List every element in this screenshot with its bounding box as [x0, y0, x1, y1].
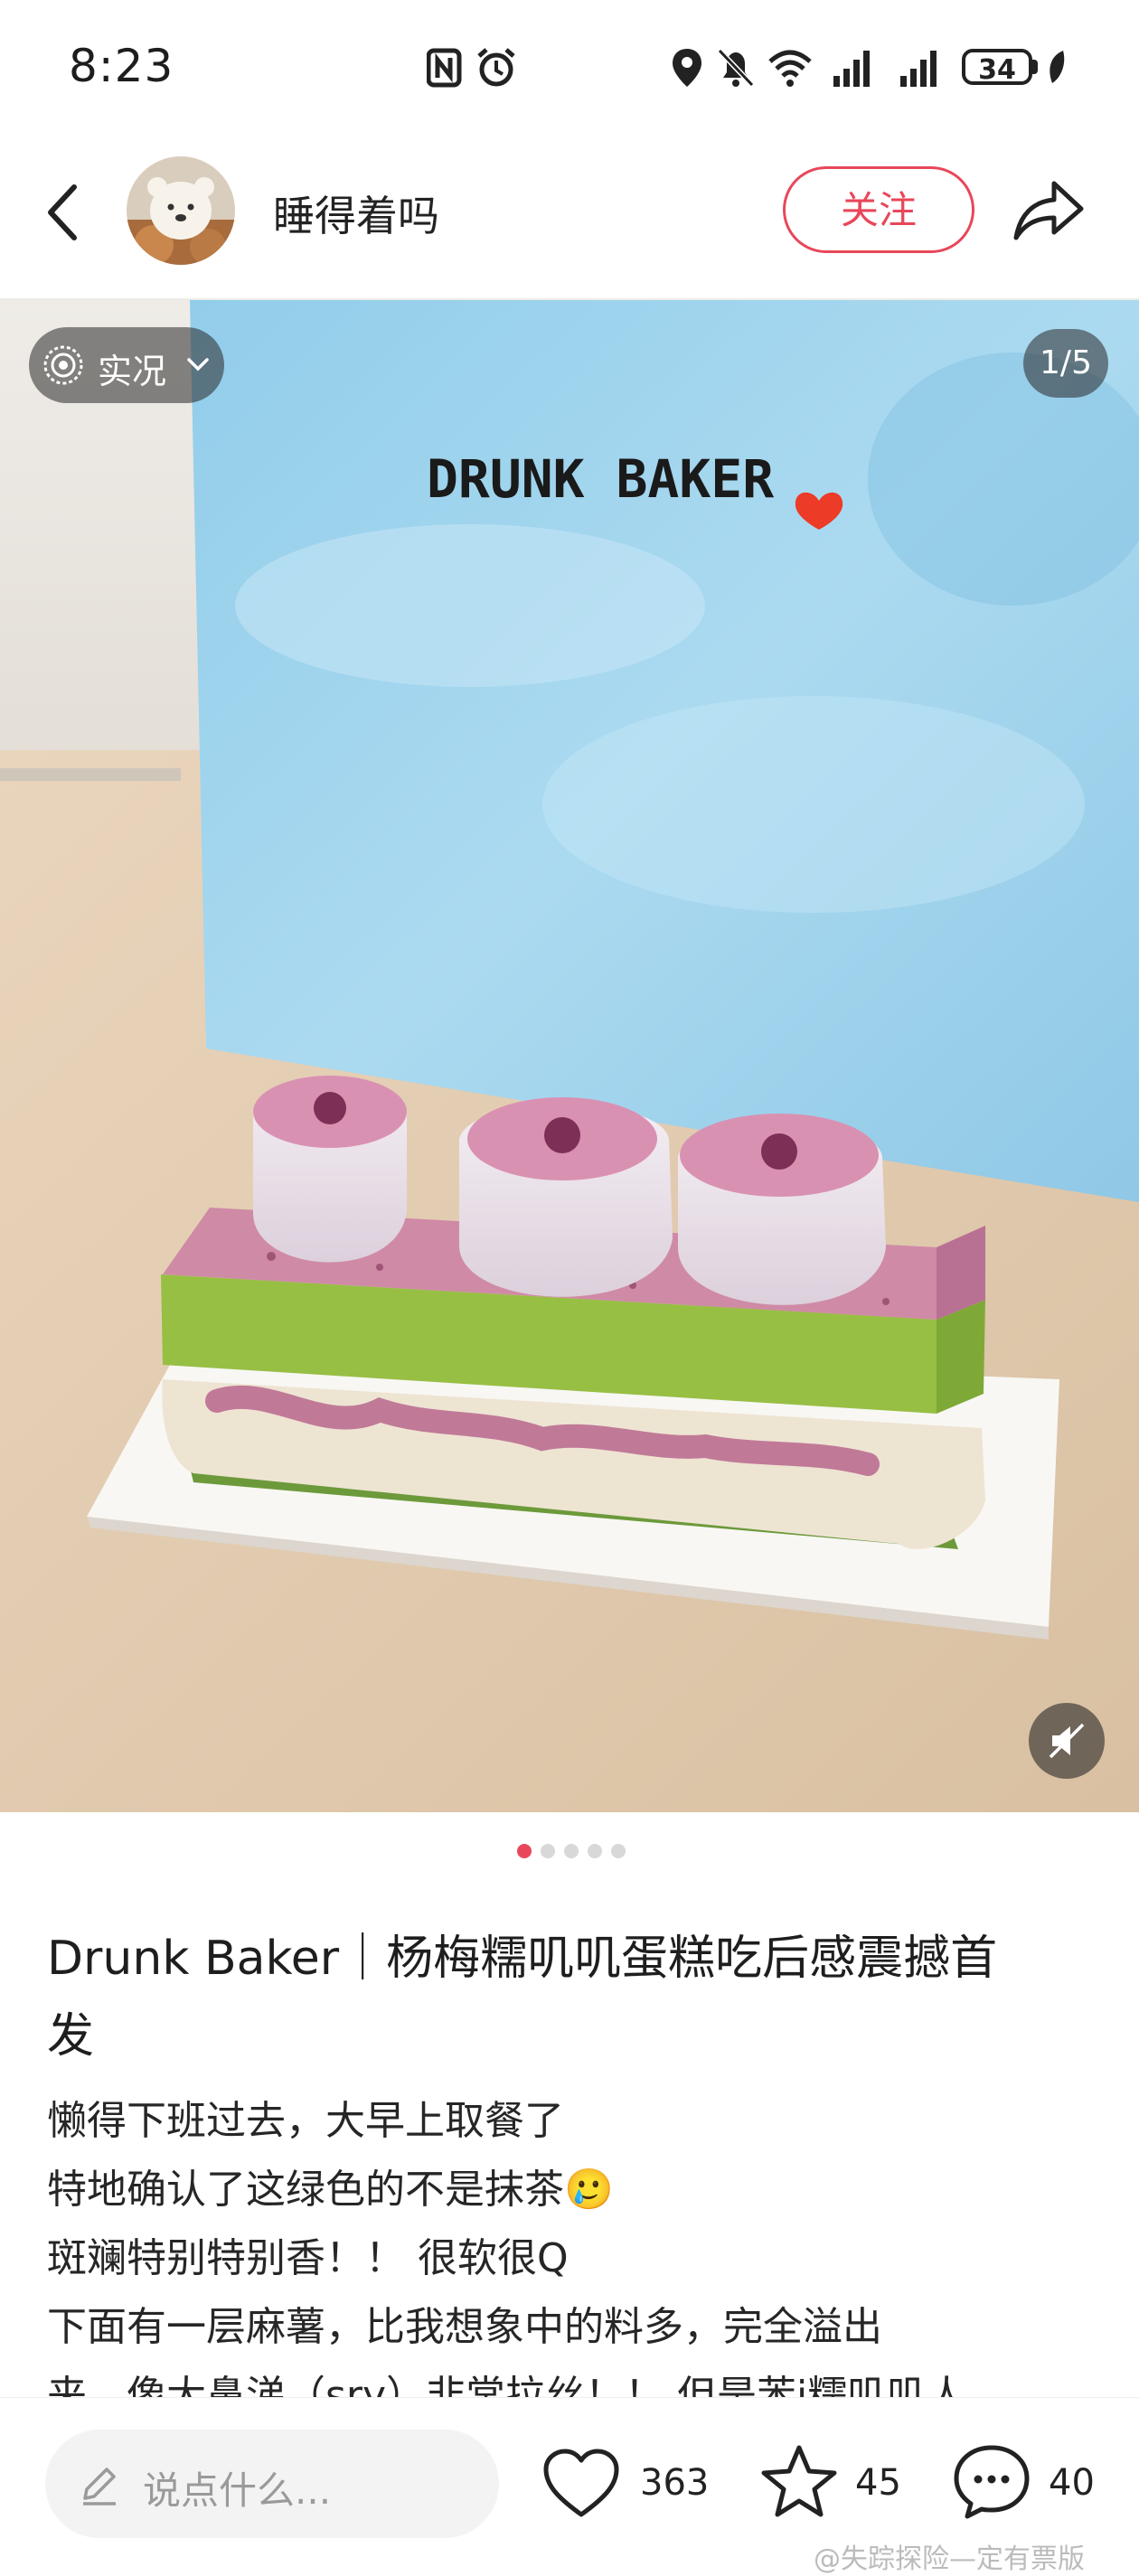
pencil-icon [83, 2468, 116, 2505]
post-body-line: 下面有一层麻薯，比我想象中的料多，完全溢出 [47, 2304, 882, 2350]
share-icon[interactable] [1012, 176, 1085, 245]
signal-icon-1 [833, 51, 870, 87]
wifi-icon [768, 50, 812, 87]
like-count[interactable]: 363 [640, 2462, 709, 2504]
pager-dot [588, 1844, 602, 1858]
chevron-down-icon [187, 358, 209, 371]
post-body-line: 斑斓特别特别香！！ 很软很Q [47, 2235, 569, 2281]
bag-logo-text: DRUNK BAKER [427, 448, 774, 510]
watermark: @失踪探险—定有票版 [814, 2543, 1085, 2575]
speaker-muted-icon [1049, 1723, 1085, 1759]
star-icon[interactable] [759, 2442, 839, 2522]
signal-icon-2 [900, 51, 937, 87]
pager-dot [541, 1844, 555, 1858]
nfc-icon [427, 48, 462, 88]
battery-indicator: 34 [962, 49, 1032, 86]
post-body-line: 懒得下班过去，大早上取餐了 [47, 2098, 564, 2144]
pager-dot [611, 1844, 626, 1858]
status-time: 8:23 [69, 40, 174, 92]
mute-button[interactable] [1029, 1703, 1105, 1779]
post-title: Drunk Baker｜杨梅糯叽叽蛋糕吃后感震撼首 发 [47, 1920, 1096, 2075]
leaf-icon [1050, 51, 1065, 83]
post-title-line-2: 发 [47, 2009, 95, 2064]
back-arrow-icon[interactable] [36, 176, 90, 249]
live-photo-icon [43, 345, 83, 385]
avatar[interactable] [127, 156, 235, 265]
star-count[interactable]: 45 [855, 2462, 901, 2504]
post-body-line: 特地确认了这绿色的不是抹茶🥲 [47, 2167, 614, 2213]
follow-button[interactable]: 关注 [783, 166, 974, 253]
comment-placeholder: 说点什么... [143, 2468, 332, 2513]
author-name[interactable]: 睡得着吗 [273, 183, 439, 243]
live-photo-label: 实况 [98, 352, 167, 391]
post-photo[interactable]: DRUNK BAKER [0, 298, 1139, 1812]
post-title-line-1: Drunk Baker｜杨梅糯叽叽蛋糕吃后感震撼首 [47, 1932, 998, 1986]
like-heart-icon[interactable] [541, 2446, 622, 2522]
comment-count[interactable]: 40 [1049, 2462, 1095, 2504]
mute-bell-icon [717, 48, 755, 88]
battery-tip [1032, 60, 1038, 74]
location-icon [673, 49, 701, 87]
alarm-icon [477, 48, 515, 87]
pager-dot [517, 1844, 532, 1858]
comment-bubble-icon[interactable] [951, 2442, 1032, 2522]
photo-counter: 1/5 [1023, 329, 1108, 398]
pager-dot [564, 1844, 579, 1858]
